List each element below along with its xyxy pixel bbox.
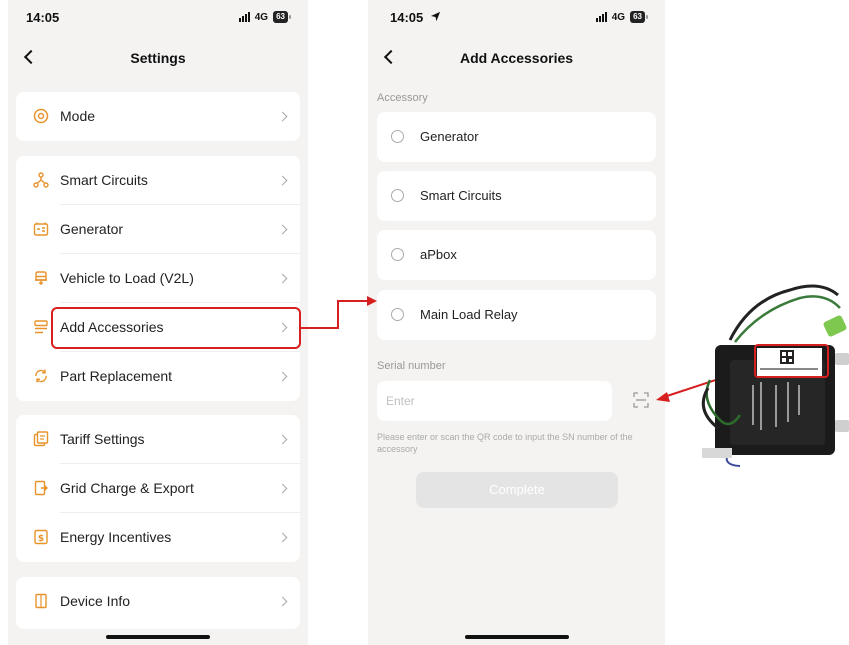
chevron-right-icon <box>277 434 288 445</box>
annotation-highlight-qr-label <box>754 344 829 378</box>
page-title: Add Accessories <box>459 50 574 66</box>
menu-item-energy-incentives[interactable]: $ Energy Incentives <box>16 513 300 562</box>
status-time: 14:05 <box>390 10 424 25</box>
menu-item-part-replacement[interactable]: Part Replacement <box>16 352 300 401</box>
chevron-right-icon <box>277 273 288 284</box>
device-info-icon <box>35 593 47 609</box>
chevron-right-icon <box>277 371 288 382</box>
complete-button[interactable]: Complete <box>416 472 618 508</box>
grid-charge-icon <box>34 480 48 496</box>
energy-incentives-icon: $ <box>34 529 48 545</box>
menu-item-mode[interactable]: Mode <box>16 92 300 141</box>
status-bar: 14:05 4G 63 <box>8 10 308 30</box>
accessory-option-smart-circuits[interactable]: Smart Circuits <box>377 171 656 221</box>
chevron-right-icon <box>277 483 288 494</box>
menu-item-label: Vehicle to Load (V2L) <box>60 270 194 286</box>
chevron-right-icon <box>277 175 288 186</box>
menu-item-label: Grid Charge & Export <box>60 480 194 496</box>
menu-item-label: Generator <box>60 221 124 237</box>
accessory-section-label: Accessory <box>377 92 428 104</box>
serial-number-input[interactable] <box>377 381 612 421</box>
accessory-option-main-load-relay[interactable]: Main Load Relay <box>377 290 656 340</box>
settings-group-mode: Mode <box>16 92 300 141</box>
nav-bar: Settings <box>8 44 308 74</box>
annotation-highlight-add-accessories <box>51 307 301 349</box>
option-label: Smart Circuits <box>420 188 502 203</box>
status-time: 14:05 <box>26 10 60 25</box>
chevron-right-icon <box>277 532 288 543</box>
battery-icon: 63 <box>630 11 648 23</box>
qr-scan-icon[interactable] <box>633 392 649 408</box>
chevron-right-icon <box>277 111 288 122</box>
status-bar: 14:05 4G 63 <box>368 10 665 30</box>
signal-icon <box>595 12 607 22</box>
serial-hint-text: Please enter or scan the QR code to inpu… <box>377 432 633 454</box>
radio-button[interactable] <box>391 308 404 321</box>
option-label: aPbox <box>420 247 457 262</box>
add-accessories-screen: 14:05 4G 63 Add Accessories Accessory Ge… <box>368 0 665 645</box>
generator-icon <box>33 222 49 236</box>
network-type: 4G <box>254 11 269 23</box>
radio-button[interactable] <box>391 130 404 143</box>
menu-item-label: Smart Circuits <box>60 172 148 188</box>
chevron-right-icon <box>277 224 288 235</box>
option-label: Generator <box>420 129 479 144</box>
settings-group-devices: Smart Circuits Generator Vehicle to Load… <box>16 156 300 401</box>
menu-item-vehicle-to-load[interactable]: Vehicle to Load (V2L) <box>16 254 300 303</box>
settings-group-device: Device Info <box>16 577 300 629</box>
menu-item-label: Mode <box>60 108 96 124</box>
menu-item-grid-charge-export[interactable]: Grid Charge & Export <box>16 464 300 513</box>
part-replacement-icon <box>35 369 47 383</box>
accessories-icon <box>34 320 48 334</box>
menu-item-label: Energy Incentives <box>60 529 172 545</box>
network-type: 4G <box>611 11 626 23</box>
radio-button[interactable] <box>391 189 404 202</box>
home-indicator <box>464 635 569 639</box>
location-arrow-icon <box>430 11 441 22</box>
signal-icon <box>238 12 250 22</box>
menu-item-label: Tariff Settings <box>60 431 145 447</box>
smart-circuits-icon <box>33 172 49 188</box>
page-title: Settings <box>130 50 186 66</box>
nav-bar: Add Accessories <box>368 44 665 74</box>
battery-icon: 63 <box>273 11 291 23</box>
accessory-option-apbox[interactable]: aPbox <box>377 230 656 280</box>
mode-icon <box>33 108 49 124</box>
serial-number-label: Serial number <box>377 360 446 372</box>
menu-item-label: Part Replacement <box>60 368 173 384</box>
connector-arrow-line <box>301 300 368 329</box>
menu-item-generator[interactable]: Generator <box>16 205 300 254</box>
vehicle-icon <box>35 271 47 285</box>
menu-item-smart-circuits[interactable]: Smart Circuits <box>16 156 300 205</box>
chevron-right-icon <box>277 596 288 607</box>
settings-group-energy: Tariff Settings Grid Charge & Export $ E… <box>16 415 300 562</box>
accessory-option-generator[interactable]: Generator <box>377 112 656 162</box>
option-label: Main Load Relay <box>420 307 518 322</box>
svg-text:$: $ <box>38 534 44 544</box>
menu-item-device-info[interactable]: Device Info <box>16 577 300 626</box>
menu-item-tariff-settings[interactable]: Tariff Settings <box>16 415 300 464</box>
tariff-icon <box>33 431 49 447</box>
home-indicator <box>106 635 210 639</box>
menu-item-label: Device Info <box>60 593 131 609</box>
radio-button[interactable] <box>391 248 404 261</box>
